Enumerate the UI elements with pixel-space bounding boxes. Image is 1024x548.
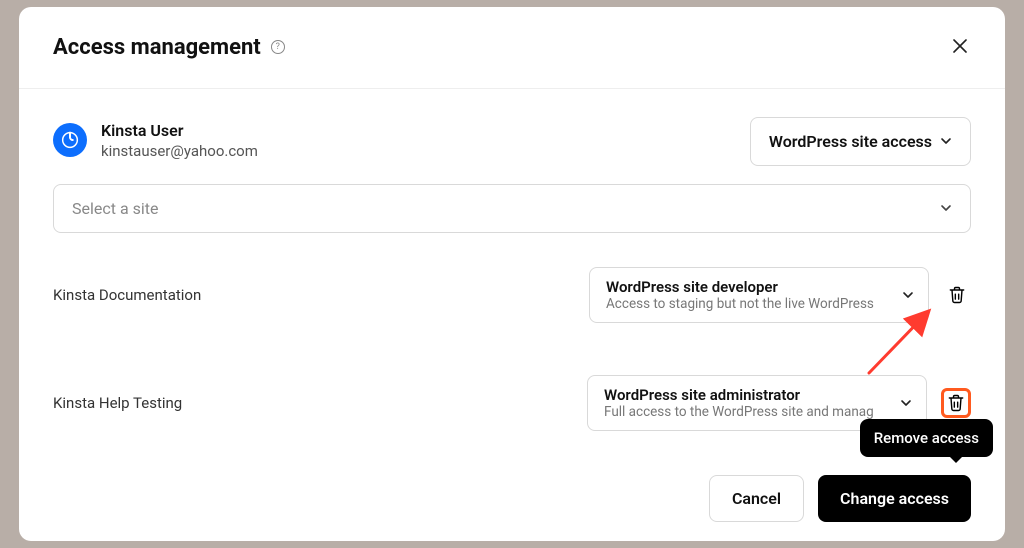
role-title: WordPress site administrator: [604, 386, 874, 404]
select-site-dropdown[interactable]: Select a site: [53, 184, 971, 233]
select-site-placeholder: Select a site: [72, 199, 158, 218]
chevron-down-icon: [902, 289, 914, 301]
close-button[interactable]: [949, 33, 971, 62]
close-icon: [953, 39, 967, 53]
role-text: WordPress site developer Access to stagi…: [606, 278, 874, 312]
remove-access-button[interactable]: [943, 281, 971, 309]
modal-title-wrap: Access management ?: [53, 35, 285, 60]
site-row: Kinsta Help Testing WordPress site admin…: [53, 349, 971, 457]
site-row: Kinsta Documentation WordPress site deve…: [53, 241, 971, 349]
avatar-icon: [59, 129, 81, 151]
modal-header: Access management ?: [19, 7, 1005, 89]
user-text: Kinsta User kinstauser@yahoo.com: [101, 121, 258, 161]
remove-access-tooltip: Remove access: [860, 419, 993, 457]
modal-title: Access management: [53, 35, 261, 60]
role-desc: Access to staging but not the live WordP…: [606, 296, 874, 312]
chevron-down-icon: [940, 135, 952, 147]
chevron-down-icon: [940, 202, 952, 214]
modal-footer: Cancel Change access: [19, 457, 1005, 548]
avatar: [53, 123, 87, 157]
role-text: WordPress site administrator Full access…: [604, 386, 874, 420]
change-access-button[interactable]: Change access: [818, 475, 971, 522]
chevron-down-icon: [900, 397, 912, 409]
trash-icon: [946, 393, 966, 413]
user-name: Kinsta User: [101, 121, 258, 142]
modal-body: Kinsta User kinstauser@yahoo.com WordPre…: [19, 89, 1005, 457]
role-cell: WordPress site developer Access to stagi…: [589, 267, 971, 323]
site-name: Kinsta Documentation: [53, 286, 201, 304]
cancel-button[interactable]: Cancel: [709, 475, 804, 522]
user-info: Kinsta User kinstauser@yahoo.com: [53, 121, 258, 161]
remove-access-button[interactable]: [941, 388, 971, 418]
role-dropdown[interactable]: WordPress site developer Access to stagi…: [589, 267, 929, 323]
access-type-label: WordPress site access: [769, 132, 932, 151]
site-name: Kinsta Help Testing: [53, 394, 182, 412]
help-icon[interactable]: ?: [271, 40, 285, 54]
user-row: Kinsta User kinstauser@yahoo.com WordPre…: [53, 89, 971, 184]
access-management-modal: Access management ? Kinsta User kinstaus…: [19, 7, 1005, 541]
role-title: WordPress site developer: [606, 278, 874, 296]
role-desc: Full access to the WordPress site and ma…: [604, 404, 874, 420]
trash-icon: [947, 285, 967, 305]
access-type-dropdown[interactable]: WordPress site access: [750, 117, 971, 166]
user-email: kinstauser@yahoo.com: [101, 142, 258, 162]
